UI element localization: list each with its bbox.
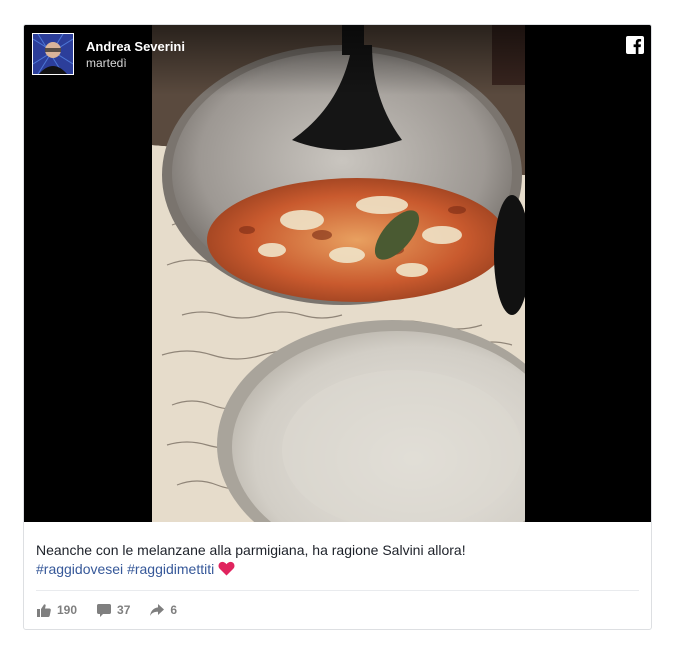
facebook-post-card: Andrea Severini martedì Neanche con le m…	[23, 24, 652, 630]
like-count: 190	[57, 603, 78, 617]
red-heart-icon	[218, 561, 235, 576]
post-media[interactable]: Andrea Severini martedì	[24, 25, 651, 522]
like-stat[interactable]: 190	[37, 603, 77, 617]
food-photo-illustration	[152, 25, 525, 522]
divider	[36, 590, 639, 591]
author-name[interactable]: Andrea Severini	[86, 39, 185, 54]
share-count: 6	[170, 603, 178, 617]
share-arrow-icon	[150, 604, 165, 616]
hashtag-link[interactable]: #raggidimettiti	[127, 561, 214, 577]
comment-stat[interactable]: 37	[97, 603, 130, 617]
comment-count: 37	[117, 603, 131, 617]
facebook-icon[interactable]	[626, 36, 644, 54]
caption-text: Neanche con le melanzane alla parmigiana…	[36, 542, 466, 558]
comment-icon	[97, 603, 112, 617]
caption-hashtags: #raggidovesei #raggidimettiti	[36, 560, 636, 579]
post-stats: 190 37 6	[37, 601, 197, 619]
post-caption: Neanche con le melanzane alla parmigiana…	[36, 541, 636, 579]
avatar[interactable]	[32, 33, 74, 75]
avatar-portrait	[33, 34, 73, 74]
thumbs-up-icon	[37, 603, 51, 617]
hashtag-link[interactable]: #raggidovesei	[36, 561, 123, 577]
share-stat[interactable]: 6	[150, 603, 177, 617]
post-photo[interactable]	[152, 25, 525, 522]
post-date[interactable]: martedì	[86, 56, 127, 70]
